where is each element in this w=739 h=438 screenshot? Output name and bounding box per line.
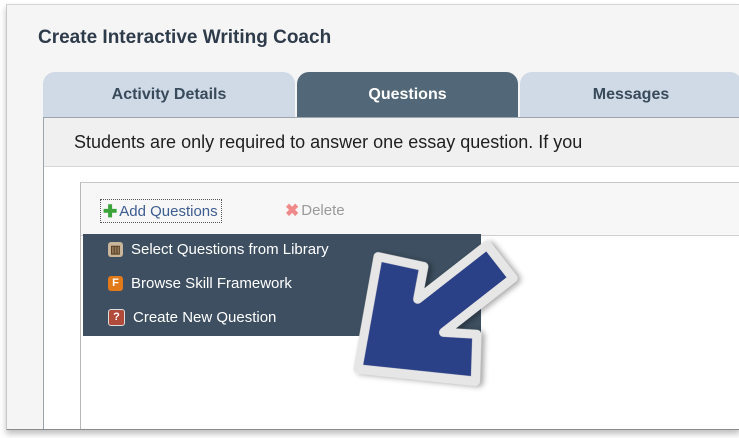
book-icon: ▥ <box>108 241 123 257</box>
notice-text: Students are only required to answer one… <box>74 132 583 152</box>
page-title: Create Interactive Writing Coach <box>38 27 332 48</box>
menu-item-label: Browse Skill Framework <box>131 274 292 292</box>
menu-item-label: Select Questions from Library <box>131 240 329 258</box>
tab-messages[interactable]: Messages <box>520 72 739 117</box>
menu-item-browse-skill-framework[interactable]: F Browse Skill Framework <box>83 271 292 295</box>
framework-f-icon: F <box>108 275 123 291</box>
tab-activity-details[interactable]: Activity Details <box>43 72 295 117</box>
pointer-arrow-icon <box>353 240 518 386</box>
notice-bar: Students are only required to answer one… <box>44 118 739 167</box>
menu-item-select-from-library[interactable]: ▥ Select Questions from Library <box>83 237 329 261</box>
plus-icon: ✚ <box>103 201 118 221</box>
menu-item-create-new-question[interactable]: ? Create New Question <box>83 305 276 329</box>
add-questions-button[interactable]: ✚ Add Questions <box>100 199 222 223</box>
delete-x-icon: ✖ <box>285 200 300 220</box>
menu-item-label: Create New Question <box>133 308 277 326</box>
add-questions-label: Add Questions <box>119 202 218 220</box>
tab-questions[interactable]: Questions <box>297 72 518 117</box>
question-icon: ? <box>108 308 125 326</box>
